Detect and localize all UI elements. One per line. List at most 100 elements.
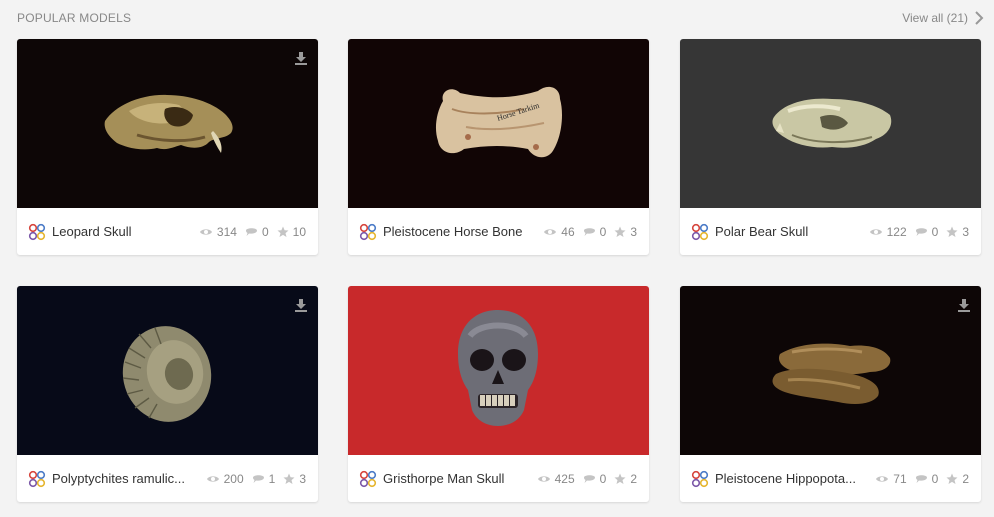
org-logo-icon bbox=[28, 470, 46, 487]
likes-count: 3 bbox=[630, 224, 637, 239]
star-icon bbox=[614, 226, 626, 237]
view-all-link[interactable]: View all (21) bbox=[902, 11, 984, 25]
comment-icon bbox=[915, 475, 927, 483]
views-count: 425 bbox=[554, 471, 575, 486]
model-card[interactable]: Horse Tarkim Pleistocene Horse Bone 46 0… bbox=[348, 39, 649, 255]
comment-icon bbox=[245, 228, 257, 236]
model-stats: 200 1 3 bbox=[198, 472, 306, 486]
view-all-label: View all (21) bbox=[902, 11, 968, 25]
views-stat: 314 bbox=[199, 225, 237, 239]
model-card[interactable]: Gristhorpe Man Skull 425 0 2 bbox=[348, 286, 649, 502]
star-icon bbox=[277, 226, 289, 237]
views-stat: 46 bbox=[543, 224, 575, 239]
comments-count: 0 bbox=[931, 224, 939, 239]
org-logo-icon bbox=[691, 470, 709, 487]
views-stat: 71 bbox=[875, 471, 907, 486]
comment-icon bbox=[915, 228, 927, 236]
model-thumbnail[interactable]: Horse Tarkim bbox=[348, 39, 649, 208]
comments-count: 0 bbox=[599, 224, 607, 239]
views-count: 314 bbox=[216, 224, 237, 239]
download-icon[interactable] bbox=[957, 298, 971, 312]
likes-count: 10 bbox=[292, 224, 306, 239]
model-name[interactable]: Pleistocene Hippopota... bbox=[715, 471, 861, 486]
model-stats: 71 0 2 bbox=[867, 472, 969, 486]
comments-count: 0 bbox=[599, 471, 607, 486]
comments-count: 0 bbox=[261, 224, 269, 239]
comment-icon bbox=[583, 228, 595, 236]
model-name[interactable]: Polar Bear Skull bbox=[715, 224, 855, 239]
likes-stat: 3 bbox=[614, 225, 637, 239]
star-icon bbox=[946, 226, 958, 237]
model-thumbnail[interactable] bbox=[17, 39, 318, 208]
views-stat: 122 bbox=[869, 225, 907, 239]
section-title: POPULAR MODELS bbox=[17, 11, 132, 25]
model-stats: 46 0 3 bbox=[535, 225, 637, 239]
model-name[interactable]: Polyptychites ramulic... bbox=[52, 471, 192, 486]
section-header: POPULAR MODELS View all (21) bbox=[17, 10, 984, 26]
chevron-right-icon bbox=[975, 11, 984, 25]
comments-stat: 1 bbox=[252, 471, 276, 486]
comments-stat: 0 bbox=[915, 471, 939, 486]
model-name[interactable]: Gristhorpe Man Skull bbox=[383, 471, 523, 486]
model-name[interactable]: Pleistocene Horse Bone bbox=[383, 224, 529, 239]
model-card[interactable]: Leopard Skull 314 0 10 bbox=[17, 39, 318, 255]
eye-icon bbox=[869, 228, 882, 235]
polar-bear-skull-image bbox=[772, 98, 892, 148]
download-icon[interactable] bbox=[294, 298, 308, 312]
comments-count: 0 bbox=[931, 471, 939, 486]
views-count: 122 bbox=[886, 224, 907, 239]
likes-count: 3 bbox=[299, 471, 306, 486]
eye-icon bbox=[537, 475, 550, 482]
model-thumbnail[interactable] bbox=[348, 286, 649, 455]
likes-count: 2 bbox=[962, 471, 969, 486]
eye-icon bbox=[544, 228, 557, 235]
comments-stat: 0 bbox=[583, 471, 607, 486]
star-icon bbox=[946, 473, 958, 484]
model-card-footer: Pleistocene Horse Bone 46 0 3 bbox=[348, 208, 649, 255]
org-logo-icon bbox=[691, 223, 709, 240]
likes-count: 3 bbox=[962, 224, 969, 239]
model-thumbnail[interactable] bbox=[17, 286, 318, 455]
hippopotamus-bone-image bbox=[772, 343, 891, 404]
org-logo-icon bbox=[28, 223, 46, 240]
views-count: 200 bbox=[223, 471, 244, 486]
model-card[interactable]: Polyptychites ramulic... 200 1 3 bbox=[17, 286, 318, 502]
views-count: 46 bbox=[561, 224, 575, 239]
star-icon bbox=[283, 473, 295, 484]
model-card[interactable]: Pleistocene Hippopota... 71 0 2 bbox=[680, 286, 981, 502]
model-card[interactable]: Polar Bear Skull 122 0 3 bbox=[680, 39, 981, 255]
horse-bone-image: Horse Tarkim bbox=[435, 86, 562, 158]
model-stats: 314 0 10 bbox=[191, 225, 306, 239]
eye-icon bbox=[876, 475, 889, 482]
likes-stat: 2 bbox=[946, 472, 969, 486]
model-card-footer: Gristhorpe Man Skull 425 0 2 bbox=[348, 455, 649, 502]
comments-count: 1 bbox=[268, 471, 276, 486]
leopard-skull-image bbox=[104, 94, 233, 153]
model-thumbnail[interactable] bbox=[680, 286, 981, 455]
likes-count: 2 bbox=[630, 471, 637, 486]
comment-icon bbox=[583, 475, 595, 483]
star-icon bbox=[614, 473, 626, 484]
eye-icon bbox=[199, 228, 212, 235]
likes-stat: 3 bbox=[283, 472, 306, 486]
views-stat: 200 bbox=[206, 472, 244, 486]
views-count: 71 bbox=[893, 471, 907, 486]
comments-stat: 0 bbox=[583, 224, 607, 239]
model-thumbnail[interactable] bbox=[680, 39, 981, 208]
model-card-footer: Leopard Skull 314 0 10 bbox=[17, 208, 318, 255]
comments-stat: 0 bbox=[915, 224, 939, 239]
download-icon[interactable] bbox=[294, 51, 308, 65]
likes-stat: 10 bbox=[277, 225, 306, 239]
model-stats: 425 0 2 bbox=[529, 472, 637, 486]
model-card-footer: Polar Bear Skull 122 0 3 bbox=[680, 208, 981, 255]
model-stats: 122 0 3 bbox=[861, 225, 969, 239]
model-card-footer: Pleistocene Hippopota... 71 0 2 bbox=[680, 455, 981, 502]
comment-icon bbox=[252, 475, 264, 483]
model-name[interactable]: Leopard Skull bbox=[52, 224, 185, 239]
org-logo-icon bbox=[359, 470, 377, 487]
org-logo-icon bbox=[359, 223, 377, 240]
comments-stat: 0 bbox=[245, 225, 269, 239]
eye-icon bbox=[206, 475, 219, 482]
likes-stat: 2 bbox=[614, 472, 637, 486]
likes-stat: 3 bbox=[946, 225, 969, 239]
